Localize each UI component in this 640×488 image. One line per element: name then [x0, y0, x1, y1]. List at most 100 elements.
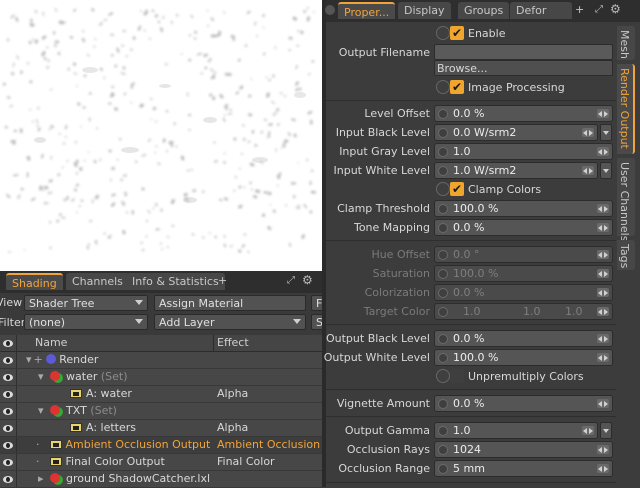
- slider-arrows-icon: [597, 250, 609, 259]
- colorization-label: Colorization: [364, 286, 430, 299]
- animate-knob-icon: [438, 269, 448, 279]
- slider-arrows-icon[interactable]: [597, 109, 609, 118]
- side-tab-render-output[interactable]: Render Output: [617, 64, 635, 154]
- tab-properties[interactable]: Proper...: [338, 2, 396, 19]
- eye-icon[interactable]: [3, 425, 13, 432]
- animate-knob-icon[interactable]: [438, 166, 448, 176]
- side-tab-user-channels[interactable]: User Channels: [617, 158, 635, 241]
- gear-icon[interactable]: ⚙: [610, 2, 621, 16]
- unpremultiply-checkbox[interactable]: [450, 369, 464, 383]
- image-processing-checkbox[interactable]: ✔: [450, 80, 464, 94]
- slider-arrows-icon[interactable]: [582, 166, 594, 175]
- clamp-colors-checkbox[interactable]: ✔: [450, 182, 464, 196]
- tone-mapping-field[interactable]: 0.0 %: [434, 219, 613, 236]
- occlusion-range-field[interactable]: 5 mm: [434, 460, 613, 477]
- animate-knob-icon[interactable]: [438, 223, 448, 233]
- gear-icon[interactable]: ⚙: [302, 273, 313, 287]
- tab-groups[interactable]: Groups: [458, 2, 510, 19]
- filter-dropdown-value: (none): [29, 316, 66, 329]
- add-tab-button[interactable]: +: [218, 274, 227, 287]
- slider-arrows-icon: [597, 269, 609, 278]
- add-layer-dropdown[interactable]: Add Layer: [154, 314, 306, 330]
- add-tab-button[interactable]: +: [575, 3, 584, 16]
- tree-row-render[interactable]: ▾ + Render: [0, 352, 322, 369]
- eye-icon[interactable]: [3, 374, 13, 381]
- slider-arrows-icon[interactable]: [597, 223, 609, 232]
- slider-arrows-icon[interactable]: [597, 353, 609, 362]
- animate-knob-icon[interactable]: [438, 399, 448, 409]
- tab-deformers[interactable]: Defor: [510, 2, 572, 19]
- browse-button[interactable]: Browse...: [434, 60, 613, 76]
- vignette-amount-field[interactable]: 0.0 %: [434, 395, 613, 412]
- eye-icon[interactable]: [3, 408, 13, 415]
- unpremultiply-toggle[interactable]: [436, 369, 450, 383]
- animate-knob-icon[interactable]: [438, 147, 448, 157]
- tab-display[interactable]: Display: [398, 2, 451, 19]
- side-tab-mesh[interactable]: Mesh: [617, 26, 635, 60]
- expand-arrow-icon[interactable]: ▸: [38, 472, 44, 485]
- occlusion-rays-field[interactable]: 1024: [434, 441, 613, 458]
- image-processing-toggle[interactable]: [436, 80, 450, 94]
- expand-icon[interactable]: ⤢: [287, 275, 295, 286]
- expand-arrow-icon[interactable]: ▾: [26, 353, 32, 366]
- view-dropdown[interactable]: Shader Tree: [24, 295, 148, 311]
- render-viewport[interactable]: [0, 0, 322, 271]
- clamp-colors-toggle[interactable]: [436, 182, 450, 196]
- slider-arrows-icon[interactable]: [582, 426, 594, 435]
- animate-knob-icon[interactable]: [438, 204, 448, 214]
- output-gamma-field[interactable]: 1.0: [434, 422, 598, 439]
- enable-checkbox[interactable]: ✔: [450, 26, 464, 40]
- eye-icon[interactable]: [3, 476, 13, 483]
- slider-arrows-icon[interactable]: [597, 147, 609, 156]
- output-filename-input[interactable]: [434, 44, 613, 60]
- expand-arrow-icon[interactable]: ▾: [38, 404, 44, 417]
- eye-icon[interactable]: [3, 442, 13, 449]
- animate-knob-icon[interactable]: [438, 426, 448, 436]
- tree-row-ambient-occlusion-output[interactable]: · Ambient Occlusion Output Ambient Occlus…: [0, 437, 322, 454]
- slider-arrows-icon[interactable]: [597, 445, 609, 454]
- eye-icon[interactable]: [3, 391, 13, 398]
- animate-knob-icon[interactable]: [438, 109, 448, 119]
- tab-channels[interactable]: Channels: [66, 273, 129, 290]
- output-black-level-field[interactable]: 0.0 %: [434, 330, 613, 347]
- slider-arrows-icon[interactable]: [597, 399, 609, 408]
- output-gamma-dropdown[interactable]: [600, 422, 612, 439]
- level-offset-field[interactable]: 0.0 %: [434, 105, 613, 122]
- tree-row-final-color-output[interactable]: · Final Color Output Final Color: [0, 454, 322, 471]
- eye-icon[interactable]: [3, 459, 13, 466]
- output-white-level-field[interactable]: 100.0 %: [434, 349, 613, 366]
- animate-knob-icon[interactable]: [438, 464, 448, 474]
- animate-knob-icon[interactable]: [438, 128, 448, 138]
- input-black-level-field[interactable]: 0.0 W/srm2: [434, 124, 598, 141]
- tree-row-txt[interactable]: ▾ TXT (Set): [0, 403, 322, 420]
- slider-arrows-icon[interactable]: [597, 204, 609, 213]
- eye-icon[interactable]: [3, 357, 13, 364]
- panel-menu-icon[interactable]: [325, 5, 335, 15]
- filter-dropdown[interactable]: (none): [24, 314, 148, 330]
- hue-offset-label: Hue Offset: [371, 248, 430, 261]
- enable-toggle[interactable]: [436, 26, 450, 40]
- expand-icon[interactable]: ⤢: [595, 4, 603, 15]
- tab-info-statistics[interactable]: Info & Statistics: [126, 273, 225, 290]
- tree-row-ground-shadowcatcher[interactable]: ▸ ground ShadowCatcher.lxl: [0, 471, 322, 488]
- tab-shading[interactable]: Shading: [6, 273, 63, 290]
- side-tab-tags[interactable]: Tags: [617, 240, 635, 270]
- slider-arrows-icon[interactable]: [597, 464, 609, 473]
- slider-arrows-icon[interactable]: [582, 128, 594, 137]
- tree-row-water[interactable]: ▾ water (Set): [0, 369, 322, 386]
- column-effect-header[interactable]: Effect: [217, 336, 249, 349]
- tree-row-alpha-water[interactable]: A: water Alpha: [0, 386, 322, 403]
- animate-knob-icon[interactable]: [438, 334, 448, 344]
- animate-knob-icon[interactable]: [438, 445, 448, 455]
- input-gray-level-field[interactable]: 1.0: [434, 143, 613, 160]
- slider-arrows-icon[interactable]: [597, 334, 609, 343]
- expand-arrow-icon[interactable]: ▾: [38, 370, 44, 383]
- animate-knob-icon[interactable]: [438, 353, 448, 363]
- clamp-threshold-field[interactable]: 100.0 %: [434, 200, 613, 217]
- column-name-header[interactable]: Name: [35, 336, 67, 349]
- tree-row-alpha-letters[interactable]: A: letters Alpha: [0, 420, 322, 437]
- input-white-units-dropdown[interactable]: [600, 162, 612, 179]
- input-black-units-dropdown[interactable]: [600, 124, 612, 141]
- input-white-level-field[interactable]: 1.0 W/srm2: [434, 162, 598, 179]
- assign-material-button[interactable]: Assign Material: [154, 295, 306, 311]
